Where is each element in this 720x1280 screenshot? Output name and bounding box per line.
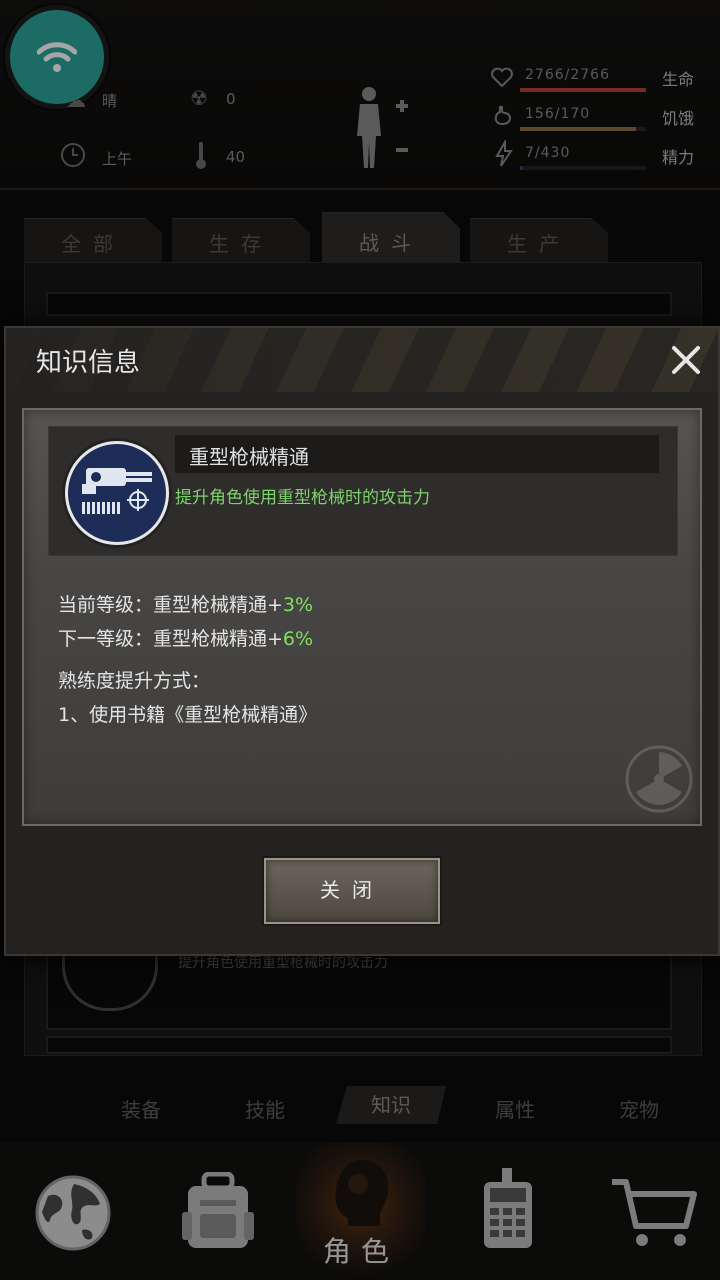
next-level-bonus: 6%: [282, 628, 314, 650]
close-button[interactable]: 关闭: [264, 858, 440, 924]
next-level-text: 下一等级：重型枪械精通+: [58, 628, 283, 650]
proficiency-method-item: 1、使用书籍《重型枪械精通》: [58, 704, 318, 726]
proficiency-method-title: 熟练度提升方式：: [58, 670, 211, 692]
dialog-title: 知识信息: [36, 348, 141, 378]
dialog-content: 重型枪械精通 提升角色使用重型枪械时的攻击力 当前等级：重型枪械精通+3% 下一…: [22, 408, 702, 826]
heavy-gun-skill-icon: [65, 441, 169, 545]
close-icon[interactable]: [666, 340, 706, 380]
skill-name: 重型枪械精通: [189, 445, 309, 469]
radiation-watermark-icon: [625, 745, 693, 813]
skill-description: 提升角色使用重型枪械时的攻击力: [175, 488, 430, 508]
current-level-text: 当前等级：重型枪械精通+: [58, 594, 283, 616]
skill-card: 重型枪械精通 提升角色使用重型枪械时的攻击力: [48, 426, 678, 556]
knowledge-info-dialog: 知识信息 重型枪械精通 提升角色使用重型枪械时的攻击力 当前等级：重型枪械精通+…: [4, 326, 720, 956]
current-level-line: 当前等级：重型枪械精通+3%: [58, 590, 313, 617]
current-level-bonus: 3%: [282, 594, 314, 616]
next-level-line: 下一等级：重型枪械精通+6%: [58, 624, 313, 651]
skill-name-bar: 重型枪械精通: [175, 435, 659, 473]
minigun-icon: [82, 468, 152, 514]
